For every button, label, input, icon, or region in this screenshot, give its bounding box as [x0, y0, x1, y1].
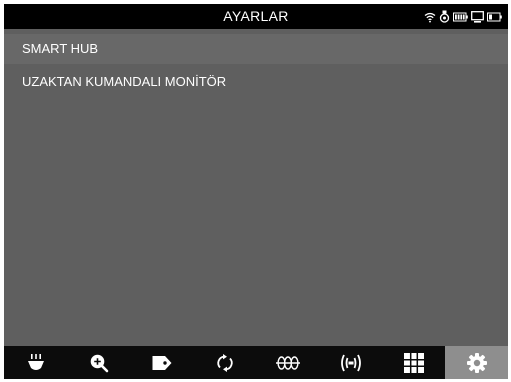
menu-item-smart-hub[interactable]: SMART HUB: [4, 34, 508, 64]
rotate-button[interactable]: [193, 346, 256, 379]
camera-icon: [439, 10, 450, 23]
settings-button[interactable]: [445, 346, 508, 379]
bottom-toolbar: [4, 346, 508, 379]
zoom-in-icon: [89, 353, 109, 373]
signal-icon: [339, 353, 363, 373]
battery-low-icon: [487, 12, 502, 22]
gear-icon: [466, 352, 488, 374]
rotate-icon: [215, 353, 235, 373]
wifi-icon: [424, 11, 436, 23]
battery-icon: [453, 12, 468, 22]
zoom-in-button[interactable]: [67, 346, 130, 379]
title-bar: AYARLAR: [4, 4, 508, 29]
menu-item-label: UZAKTAN KUMANDALI MONİTÖR: [22, 74, 227, 89]
tag-button[interactable]: [130, 346, 193, 379]
menu-item-remote-monitor[interactable]: UZAKTAN KUMANDALI MONİTÖR: [4, 67, 508, 97]
monitor-icon: [471, 10, 484, 23]
wave-button[interactable]: [256, 346, 319, 379]
light-button[interactable]: [4, 346, 67, 379]
light-icon: [26, 353, 46, 373]
wave-icon: [275, 355, 301, 371]
screen: AYARLAR SMART HUB UZAKTAN KUMANDALI MONİ…: [4, 4, 508, 379]
tag-icon: [151, 354, 173, 372]
grid-icon: [403, 352, 424, 373]
settings-menu: SMART HUB UZAKTAN KUMANDALI MONİTÖR: [4, 34, 508, 100]
status-icons: [424, 9, 502, 24]
grid-button[interactable]: [382, 346, 445, 379]
signal-button[interactable]: [319, 346, 382, 379]
menu-item-label: SMART HUB: [22, 41, 99, 56]
